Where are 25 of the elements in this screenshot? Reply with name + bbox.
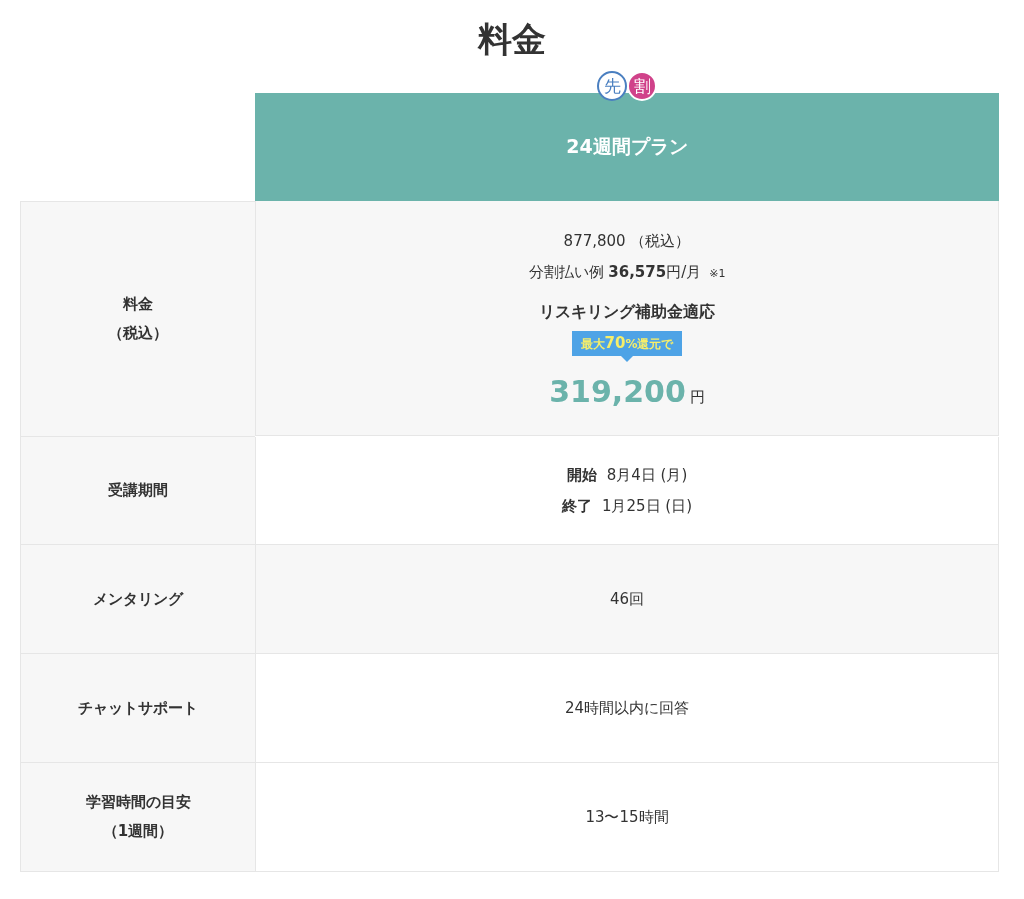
callout-pointer [621, 355, 633, 362]
row-label: 料金 [123, 295, 153, 314]
subsidy-heading: リスキリング補助金適応 [539, 301, 715, 323]
footnote-mark: ※1 [709, 266, 726, 280]
callout-tag: 最大70%還元で [571, 330, 683, 356]
row-label: （税込） [108, 324, 168, 343]
period-date: 1月25日 (日) [601, 496, 693, 516]
period-date: 8月4日 (月) [606, 465, 688, 485]
price-text: 877,800 （税込） [563, 231, 691, 251]
value-text: 46回 [609, 589, 645, 609]
period-label: 開始 [566, 465, 597, 485]
discount-badge: 先 [597, 71, 627, 101]
value-text: 13〜15時間 [585, 807, 669, 827]
row-label: メンタリング [93, 589, 183, 609]
row-label: 受講期間 [108, 481, 168, 500]
row-label: 学習時間の目安 [85, 793, 191, 812]
row-label: （1週間） [102, 822, 174, 841]
page-title: 料金 [476, 18, 547, 61]
installment-text: 分割払い例 36,575円/月 [528, 262, 702, 281]
discount-badge: 割 [627, 71, 657, 101]
subsidy-price: 319,200 [549, 373, 686, 409]
currency-unit: 円 [689, 387, 705, 407]
row-label: チャットサポート [78, 698, 198, 718]
period-label: 終了 [561, 496, 592, 516]
value-text: 24時間以内に回答 [564, 698, 690, 718]
